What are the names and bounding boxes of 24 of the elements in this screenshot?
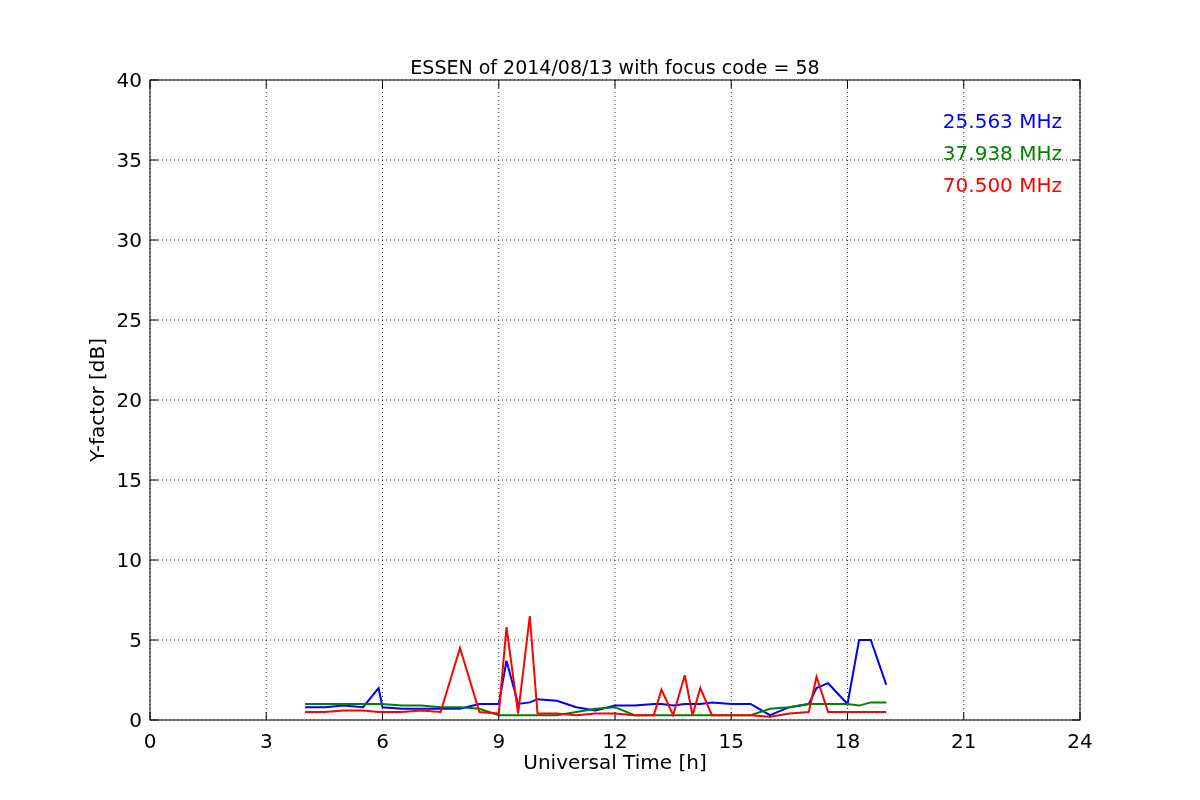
tick-label: 25	[116, 308, 142, 332]
tick-label: 30	[116, 228, 142, 252]
tick-label: 10	[116, 548, 142, 572]
chart-title: ESSEN of 2014/08/13 with focus code = 58	[410, 56, 820, 78]
legend-label: 70.500 MHz	[942, 173, 1062, 197]
tick-label: 0	[143, 729, 157, 753]
axis-label: Y-factor [dB]	[85, 338, 109, 462]
tick-label: 20	[116, 388, 142, 412]
tick-label: 9	[492, 729, 506, 753]
tick-label: 0	[129, 708, 142, 732]
tick-label: 18	[834, 729, 861, 753]
tick-label: 35	[116, 148, 142, 172]
tick-label: 6	[376, 729, 389, 753]
tick-label: 24	[1067, 729, 1093, 753]
tick-label: 15	[116, 468, 142, 492]
tick-label: 3	[259, 729, 273, 753]
legend-label: 25.563 MHz	[942, 109, 1062, 133]
tick-label: 40	[116, 68, 142, 92]
tick-label: 15	[718, 729, 744, 753]
legend-label: 37.938 MHz	[942, 141, 1062, 165]
tick-label: 12	[602, 729, 628, 753]
tick-label: 21	[951, 729, 977, 753]
tick-label: 5	[129, 628, 142, 652]
axis-label: Universal Time [h]	[523, 750, 707, 774]
